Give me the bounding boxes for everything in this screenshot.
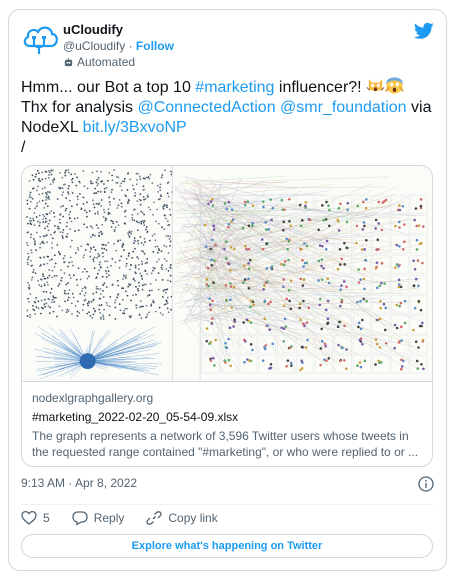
copy-link-button[interactable]: Copy link (146, 510, 218, 526)
mention-link-connectedaction[interactable]: @ConnectedAction (137, 99, 275, 116)
mention-link-smr-foundation[interactable]: @smr_foundation (280, 99, 407, 116)
tweet-text-part: / (21, 139, 26, 156)
card-domain: nodexlgraphgallery.org (32, 391, 154, 405)
scream-cat-emoji-icon (366, 78, 385, 92)
card-title: #marketing_2022-02-20_05-54-09.xlsx (32, 410, 239, 424)
link-icon (146, 511, 163, 525)
link-card[interactable]: nodexlgraphgallery.org #marketing_2022-0… (21, 165, 433, 467)
card-description: The graph represents a network of 3,596 … (32, 429, 419, 459)
author-block: uCloudify @uCloudify · Follow Automated (63, 22, 174, 70)
card-body: nodexlgraphgallery.org #marketing_2022-0… (32, 390, 424, 460)
heart-icon (21, 510, 37, 525)
follow-button[interactable]: Follow (136, 39, 174, 53)
info-icon[interactable] (418, 476, 434, 492)
reply-button[interactable]: Reply (72, 510, 125, 526)
automated-label: Automated (63, 54, 174, 70)
tweet-text-part: influencer?! (274, 79, 367, 96)
tweet-text: Hmm... our Bot a top 10 #marketing influ… (21, 76, 436, 158)
bot-icon (64, 57, 73, 66)
divider (21, 504, 434, 505)
automated-text: Automated (77, 55, 136, 69)
scream-face-emoji-icon (385, 77, 404, 94)
reply-icon (72, 511, 88, 526)
copy-link-label: Copy link (168, 511, 218, 525)
avatar[interactable] (21, 20, 59, 58)
reply-label: Reply (93, 511, 125, 525)
handle-line: @uCloudify · Follow (63, 38, 174, 54)
author-name[interactable]: uCloudify (63, 22, 174, 38)
network-graph-image[interactable] (22, 166, 433, 382)
separator-dot: · (128, 39, 133, 53)
tweet-header: uCloudify @uCloudify · Follow Automated (21, 20, 434, 70)
short-link[interactable]: bit.ly/3BxvoNP (83, 119, 187, 136)
tweet-embed: uCloudify @uCloudify · Follow Automated … (8, 9, 447, 571)
tweet-text-part: Hmm... our Bot a top 10 (21, 79, 196, 96)
timestamp-row: 9:13 AM · Apr 8, 2022 (21, 476, 434, 494)
author-handle[interactable]: @uCloudify (63, 39, 125, 53)
tweet-text-part: Thx for analysis (21, 99, 138, 116)
explore-button[interactable]: Explore what's happening on Twitter (21, 534, 433, 558)
like-count: 5 (43, 511, 50, 525)
hashtag-link[interactable]: #marketing (195, 79, 274, 96)
like-button[interactable]: 5 (21, 510, 50, 526)
tweet-text-part: NodeXL (21, 119, 83, 136)
action-bar: 5 Reply Copy link (21, 507, 240, 529)
tweet-text-part: via (406, 99, 432, 116)
timestamp[interactable]: 9:13 AM · Apr 8, 2022 (21, 476, 137, 490)
twitter-bird-icon[interactable] (414, 22, 434, 40)
